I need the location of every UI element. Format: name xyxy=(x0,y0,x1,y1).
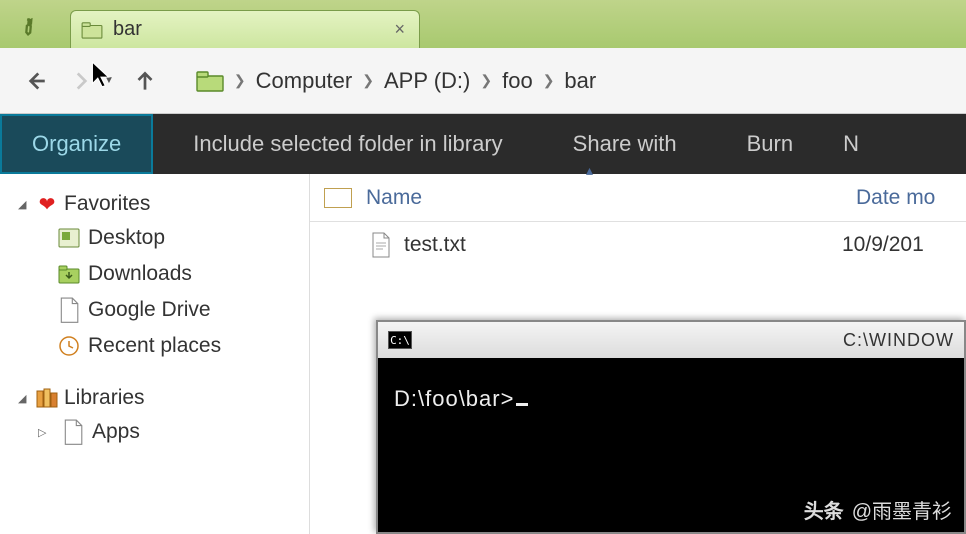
organize-button[interactable]: Organize xyxy=(0,114,153,174)
breadcrumb: ❯ Computer ❯ APP (D:) ❯ foo ❯ bar xyxy=(196,68,596,94)
terminal-titlebar[interactable]: C:\ C:\WINDOW xyxy=(378,322,964,358)
sidebar-item-label: Google Drive xyxy=(88,298,211,322)
sidebar-item-google-drive[interactable]: Google Drive xyxy=(52,292,303,328)
sidebar-item-label: Recent places xyxy=(88,334,221,358)
browser-tabbar: bar × xyxy=(0,0,966,48)
file-list-header: Name ▴ Date mo xyxy=(310,174,966,222)
column-name[interactable]: Name ▴ xyxy=(366,186,856,210)
file-name: test.txt xyxy=(404,233,842,257)
navigation-bar: ▼ ❯ Computer ❯ APP (D:) ❯ foo ❯ bar xyxy=(0,48,966,114)
file-icon xyxy=(58,300,80,320)
file-date: 10/9/201 xyxy=(842,233,952,257)
chevron-right-icon: ❯ xyxy=(543,72,555,89)
breadcrumb-item[interactable]: bar xyxy=(564,68,596,94)
sidebar-item-label: Desktop xyxy=(88,226,165,250)
select-all-checkbox[interactable] xyxy=(324,188,352,208)
history-dropdown[interactable]: ▼ xyxy=(104,75,114,86)
favorites-group: ◢ ❤ Favorites Desktop Downloads Google D… xyxy=(6,188,303,364)
chevron-right-icon: ❯ xyxy=(362,72,374,89)
file-icon xyxy=(62,422,84,442)
browser-tab[interactable]: bar × xyxy=(70,10,420,48)
share-with-button[interactable]: Share with xyxy=(543,114,707,174)
chevron-right-icon: ❯ xyxy=(234,72,246,89)
sidebar-item-downloads[interactable]: Downloads xyxy=(52,256,303,292)
libraries-header[interactable]: ◢ Libraries xyxy=(6,382,303,414)
expand-icon: ▷ xyxy=(38,426,50,439)
folder-icon xyxy=(196,70,224,92)
sidebar: ◢ ❤ Favorites Desktop Downloads Google D… xyxy=(0,174,310,534)
recent-icon xyxy=(58,336,80,356)
cmd-icon: C:\ xyxy=(388,331,412,349)
sidebar-item-desktop[interactable]: Desktop xyxy=(52,220,303,256)
forward-button[interactable] xyxy=(66,66,96,96)
collapse-icon: ◢ xyxy=(18,198,30,211)
close-icon[interactable]: × xyxy=(394,19,405,40)
file-row[interactable]: test.txt 10/9/201 xyxy=(310,222,966,268)
app-menu-button[interactable] xyxy=(10,0,70,48)
back-button[interactable] xyxy=(20,66,50,96)
up-button[interactable] xyxy=(130,66,160,96)
terminal-body[interactable]: D:\foo\bar> xyxy=(378,358,964,441)
downloads-icon xyxy=(58,264,80,284)
column-date[interactable]: Date mo xyxy=(856,186,966,210)
terminal-title-path: C:\WINDOW xyxy=(843,330,954,351)
sidebar-item-label: Downloads xyxy=(88,262,192,286)
include-library-button[interactable]: Include selected folder in library xyxy=(163,114,532,174)
collapse-icon: ◢ xyxy=(18,392,30,405)
watermark-brand: 头条 xyxy=(804,495,844,524)
heart-icon: ❤ xyxy=(36,194,58,214)
terminal-cursor xyxy=(516,403,528,406)
sort-indicator-icon: ▴ xyxy=(586,162,593,179)
libraries-group: ◢ Libraries ▷ Apps xyxy=(6,382,303,450)
libraries-label: Libraries xyxy=(64,386,145,410)
breadcrumb-item[interactable]: Computer xyxy=(256,68,353,94)
watermark-author: @雨墨青衫 xyxy=(852,495,952,524)
burn-button[interactable]: Burn xyxy=(717,114,823,174)
text-file-icon xyxy=(370,232,392,258)
desktop-icon xyxy=(58,228,80,248)
chevron-right-icon: ❯ xyxy=(480,72,492,89)
folder-icon xyxy=(81,21,103,39)
sidebar-item-apps[interactable]: ▷ Apps xyxy=(52,414,303,450)
favorites-label: Favorites xyxy=(64,192,150,216)
explorer-toolbar: Organize Include selected folder in libr… xyxy=(0,114,966,174)
terminal-prompt: D:\foo\bar> xyxy=(394,386,514,411)
tab-label: bar xyxy=(113,18,394,41)
watermark: 头条 @雨墨青衫 xyxy=(804,495,952,524)
wrench-icon xyxy=(14,9,45,40)
libraries-icon xyxy=(36,388,58,408)
sidebar-item-recent-places[interactable]: Recent places xyxy=(52,328,303,364)
breadcrumb-item[interactable]: foo xyxy=(502,68,533,94)
breadcrumb-item[interactable]: APP (D:) xyxy=(384,68,470,94)
toolbar-overflow[interactable]: N xyxy=(833,114,869,174)
sidebar-item-label: Apps xyxy=(92,420,140,444)
favorites-header[interactable]: ◢ ❤ Favorites xyxy=(6,188,303,220)
